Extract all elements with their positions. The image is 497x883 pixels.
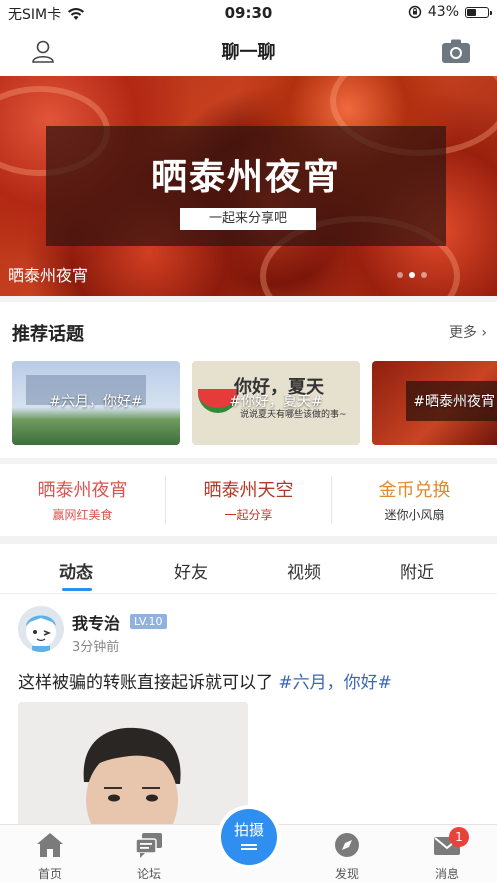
compass-icon	[335, 833, 359, 857]
battery-icon	[465, 6, 492, 18]
camera-icon[interactable]	[441, 38, 471, 64]
carousel-dot	[397, 272, 403, 278]
status-right: 43%	[408, 4, 492, 20]
recommended-topics-section: 推荐话题 更多 › #六月，你好# 你好，夏天 说说夏天有哪些该做的事~ #你好…	[0, 302, 497, 458]
topic-card[interactable]: #六月，你好#	[12, 361, 180, 445]
section-title: 推荐话题	[12, 324, 84, 345]
quick-entries: 晒泰州夜宵 赢网红美食 晒泰州天空 一起分享 金币兑换 迷你小风扇	[0, 464, 497, 536]
quick-entry-title: 晒泰州天空	[203, 480, 294, 501]
username[interactable]: 我专治	[72, 610, 120, 634]
topic-label: #你好，夏天#	[229, 394, 323, 410]
feed-tabs: 动态 好友 视频 附近	[0, 544, 497, 594]
carousel-indicator	[397, 272, 427, 278]
quick-entry-night-snack[interactable]: 晒泰州夜宵 赢网红美食	[0, 476, 165, 523]
quick-entry-sky[interactable]: 晒泰州天空 一起分享	[166, 476, 331, 523]
tab-videos[interactable]: 视频	[287, 558, 321, 583]
orientation-lock-icon	[408, 5, 422, 19]
page-title: 聊一聊	[221, 42, 276, 63]
chevron-right-icon: ›	[481, 325, 487, 341]
avatar-illustration	[26, 615, 56, 652]
unread-badge: 1	[449, 827, 469, 847]
post-text[interactable]: 这样被骗的转账直接起诉就可以了 #六月，你好#	[18, 668, 392, 693]
banner-headline: 晒泰州夜宵	[150, 156, 341, 198]
carousel-dot	[409, 272, 415, 278]
nav-bar: 聊一聊	[0, 26, 497, 76]
post-image[interactable]	[18, 702, 248, 824]
level-badge: LV.10	[130, 614, 167, 629]
tab-label: 发现	[334, 867, 359, 881]
status-bar: 无SIM卡 09:30 43%	[0, 0, 497, 26]
banner-tagline: 一起来分享吧	[180, 208, 316, 230]
quick-entry-title: 金币兑换	[378, 480, 451, 501]
quick-entry-coin-exchange[interactable]: 金币兑换 迷你小风扇	[332, 476, 497, 523]
bottom-tab-bar: 首页 论坛 拍摄 发现 消息 1	[0, 805, 497, 883]
topic-card[interactable]: 你好，夏天 说说夏天有哪些该做的事~ #你好，夏天#	[192, 361, 360, 445]
feed-post[interactable]: 我专治 LV.10 3分钟前 这样被骗的转账直接起诉就可以了 #六月，你好#	[0, 594, 497, 824]
tabbar-discover[interactable]: 发现	[317, 831, 377, 882]
capture-label: 拍摄	[233, 821, 264, 839]
carousel-dot	[421, 272, 427, 278]
topic-label: #晒泰州夜宵	[413, 394, 495, 410]
home-icon	[37, 833, 63, 857]
tabbar-home[interactable]: 首页	[20, 831, 80, 882]
banner-overlay: 晒泰州夜宵 一起来分享吧	[46, 126, 446, 246]
tab-label: 首页	[37, 867, 62, 881]
tabbar-messages[interactable]: 消息 1	[417, 827, 477, 882]
banner-caption: 晒泰州夜宵	[8, 266, 89, 285]
capture-button-inner: 拍摄	[221, 809, 277, 865]
post-body: 这样被骗的转账直接起诉就可以了	[18, 673, 279, 693]
tab-label: 论坛	[136, 867, 161, 881]
tab-dynamic[interactable]: 动态	[59, 558, 93, 583]
battery-percent: 43%	[427, 4, 459, 20]
more-link[interactable]: 更多 ›	[449, 322, 487, 342]
quick-entry-title: 晒泰州夜宵	[37, 480, 128, 501]
quick-entry-subtitle: 迷你小风扇	[384, 508, 445, 522]
avatar[interactable]	[18, 606, 64, 652]
forum-icon	[135, 833, 162, 858]
tab-label: 消息	[434, 867, 459, 881]
person-photo	[18, 702, 248, 824]
hashtag-link[interactable]: #六月，你好#	[278, 673, 392, 693]
quick-entry-subtitle: 一起分享	[224, 508, 273, 522]
active-tab-indicator	[62, 588, 92, 591]
topic-label: #六月，你好#	[49, 394, 143, 410]
post-time: 3分钟前	[72, 640, 120, 655]
more-label: 更多	[448, 325, 477, 341]
quick-entry-subtitle: 赢网红美食	[52, 508, 113, 522]
tab-nearby[interactable]: 附近	[400, 558, 434, 583]
capture-button[interactable]: 拍摄	[217, 805, 281, 869]
banner-carousel[interactable]: 晒泰州夜宵 一起来分享吧 晒泰州夜宵	[0, 76, 497, 296]
tab-friends[interactable]: 好友	[174, 558, 208, 583]
topic-card[interactable]: #晒泰州夜宵	[372, 361, 497, 445]
tabbar-forum[interactable]: 论坛	[119, 831, 179, 882]
menu-lines-icon	[241, 844, 257, 850]
